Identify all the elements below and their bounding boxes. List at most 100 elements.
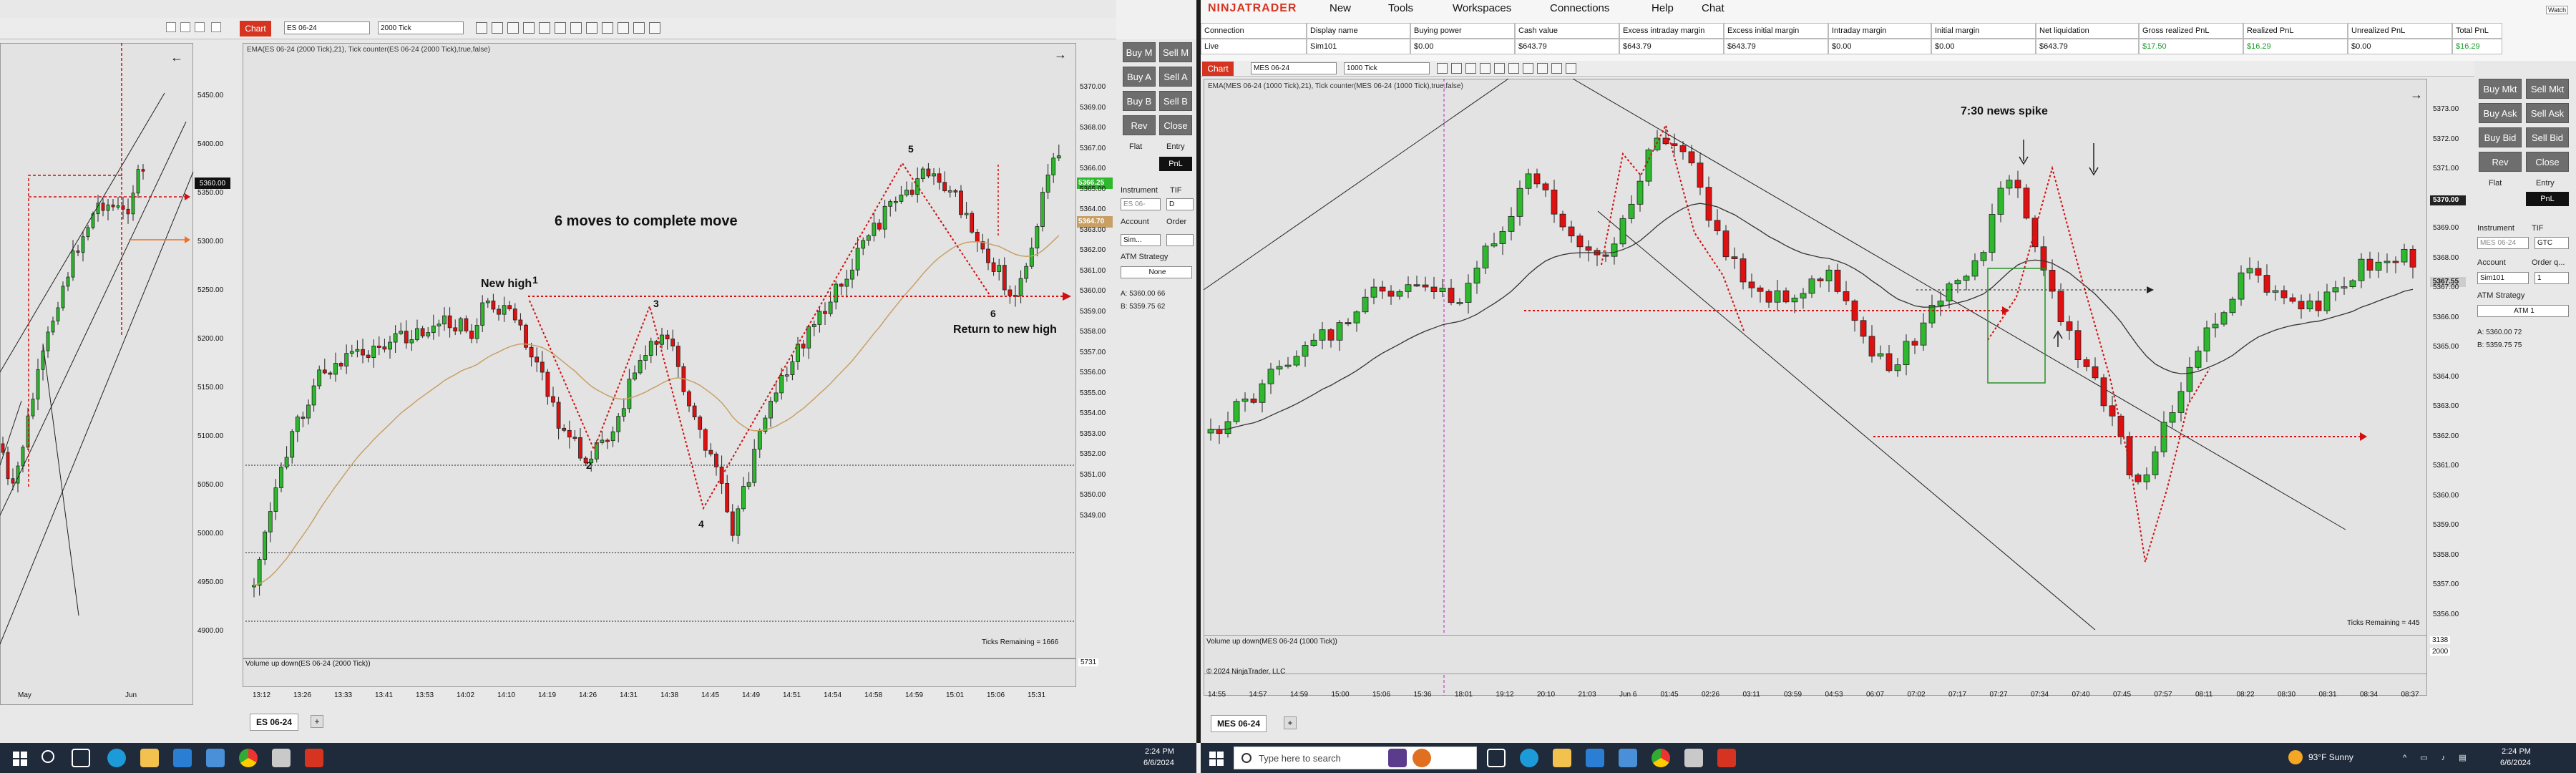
right-chrome-icon[interactable]	[1652, 749, 1670, 767]
sell-market-button[interactable]: Sell M	[1159, 42, 1192, 62]
right-price-label: 5360.00	[2433, 491, 2459, 500]
account-column-header[interactable]: Initial margin	[1931, 23, 2036, 39]
reverse-button[interactable]: Rev	[1123, 115, 1156, 135]
right-candle-body	[2341, 286, 2348, 289]
mail-icon[interactable]	[206, 749, 225, 767]
store-icon[interactable]	[173, 749, 192, 767]
right-instrument-tab[interactable]: MES 06-24	[1211, 715, 1267, 732]
ninjatrader-taskbar-icon[interactable]	[305, 749, 323, 767]
left-time-label: 14:19	[538, 691, 557, 699]
nt-menu-item[interactable]: New	[1330, 2, 1351, 14]
order-qty-field[interactable]	[1166, 234, 1194, 246]
left-candle-body	[399, 331, 404, 334]
sell-bid-button[interactable]: Sell B	[1159, 91, 1192, 111]
small-price-label: 5400.00	[197, 140, 224, 148]
nt-menu-item[interactable]: Workspaces	[1453, 2, 1511, 14]
left-candle-body	[518, 319, 523, 326]
left-candle-body	[317, 369, 322, 386]
right-account-select[interactable]: Sim101	[2477, 272, 2529, 284]
search-icon[interactable]	[42, 750, 54, 763]
news-spike-annotation: 7:30 news spike	[1961, 105, 2048, 117]
right-ninjatrader-icon[interactable]	[1717, 749, 1736, 767]
right-store-icon[interactable]	[1586, 749, 1604, 767]
right-sell-ask-button[interactable]: Sell Ask	[2526, 103, 2569, 123]
account-column-header[interactable]: Net liquidation	[2036, 23, 2139, 39]
back-arrow-icon[interactable]: ←	[170, 50, 183, 65]
left-time-label: 13:33	[334, 691, 353, 699]
add-tab-icon[interactable]: +	[311, 715, 323, 728]
right-edge-icon[interactable]	[1520, 749, 1538, 767]
chrome-icon[interactable]	[239, 749, 258, 767]
right-candle-body	[1448, 288, 1455, 303]
account-column-header[interactable]: Unrealized PnL	[2348, 23, 2452, 39]
close-position-button[interactable]: Close	[1159, 115, 1192, 135]
right-app-icon[interactable]	[1684, 749, 1703, 767]
task-view-icon[interactable]	[72, 749, 90, 767]
account-column-header[interactable]: Gross realized PnL	[2139, 23, 2243, 39]
taskbar-search-box[interactable]: Type here to search	[1234, 747, 1477, 769]
account-column-header[interactable]: Display name	[1307, 23, 1410, 39]
small-price-label: 5050.00	[197, 481, 224, 489]
nt-menu-item[interactable]: Help	[1652, 2, 1674, 14]
buy-market-button[interactable]: Buy M	[1123, 42, 1156, 62]
right-task-view-icon[interactable]	[1487, 749, 1506, 767]
left-volume-header: Volume up down(ES 06-24 (2000 Tick))	[245, 660, 371, 668]
right-tif-select[interactable]: GTC	[2534, 237, 2569, 249]
basketball-icon[interactable]	[1413, 749, 1431, 767]
nt-menu-item[interactable]: Connections	[1550, 2, 1609, 14]
news-widget-icon[interactable]	[1388, 749, 1407, 767]
small-price-label: 5100.00	[197, 432, 224, 440]
left-candle-body	[474, 325, 479, 339]
atm-select[interactable]: None	[1121, 266, 1192, 278]
left-price-label: 5358.00	[1080, 328, 1106, 336]
right-sell-bid-button[interactable]: Sell Bid	[2526, 127, 2569, 147]
right-price-label: 5356.00	[2433, 610, 2459, 618]
right-buy-bid-button[interactable]: Buy Bid	[2479, 127, 2522, 147]
app-icon[interactable]	[272, 749, 291, 767]
left-instrument-tab[interactable]: ES 06-24	[250, 714, 299, 731]
account-column-header[interactable]: Excess intraday margin	[1619, 23, 1724, 39]
right-add-tab-icon[interactable]: +	[1284, 716, 1297, 729]
account-column-header[interactable]: Realized PnL	[2243, 23, 2348, 39]
right-buy-ask-button[interactable]: Buy Ask	[2479, 103, 2522, 123]
right-reverse-button[interactable]: Rev	[2479, 152, 2522, 172]
right-close-button[interactable]: Close	[2526, 152, 2569, 172]
right-order-qty-field[interactable]: 1	[2534, 272, 2569, 284]
right-sell-market-button[interactable]: Sell Mkt	[2526, 79, 2569, 99]
account-cell: Live	[1201, 39, 1307, 54]
right-mail-icon[interactable]	[1619, 749, 1637, 767]
account-select[interactable]: Sim...	[1121, 234, 1161, 246]
account-column-header[interactable]: Cash value	[1515, 23, 1619, 39]
right-price-label: 5369.00	[2433, 224, 2459, 232]
file-explorer-icon[interactable]	[140, 749, 159, 767]
right-explorer-icon[interactable]	[1553, 749, 1571, 767]
nt-menu-item[interactable]: Chat	[1702, 2, 1724, 14]
edge-icon[interactable]	[107, 749, 126, 767]
sell-ask-button[interactable]: Sell A	[1159, 67, 1192, 87]
right-buy-market-button[interactable]: Buy Mkt	[2479, 79, 2522, 99]
account-column-header[interactable]: Intraday margin	[1828, 23, 1931, 39]
right-price-label: 5359.00	[2433, 521, 2459, 529]
left-candle-body	[757, 431, 762, 449]
right-atm-select[interactable]: ATM 1	[2477, 305, 2569, 317]
account-column-header[interactable]: Buying power	[1410, 23, 1515, 39]
left-candle-body	[687, 391, 691, 407]
right-candle-body	[2220, 312, 2228, 325]
nt-menu-item[interactable]: Tools	[1388, 2, 1413, 14]
right-instrument-field[interactable]: MES 06-24	[2477, 237, 2529, 249]
right-ticks-remaining: Ticks Remaining = 445	[2347, 619, 2420, 627]
right-price-label: 5357.00	[2433, 580, 2459, 588]
right-windows-start-icon[interactable]	[1209, 752, 1224, 766]
account-column-header[interactable]: Connection	[1201, 23, 1307, 39]
instrument-field[interactable]: ES 06-	[1121, 198, 1161, 210]
windows-start-icon[interactable]	[13, 752, 27, 766]
right-candle-body	[1808, 278, 1815, 294]
account-column-header[interactable]: Total PnL	[2452, 23, 2502, 39]
buy-ask-button[interactable]: Buy A	[1123, 67, 1156, 87]
tray-icons[interactable]: ^ ▭ ♪ ▤	[2403, 753, 2489, 763]
buy-bid-button[interactable]: Buy B	[1123, 91, 1156, 111]
right-clock-date: 6/6/2024	[2500, 759, 2531, 767]
small-candle-body	[36, 369, 40, 399]
tif-select[interactable]: D	[1166, 198, 1194, 210]
account-column-header[interactable]: Excess initial margin	[1724, 23, 1828, 39]
